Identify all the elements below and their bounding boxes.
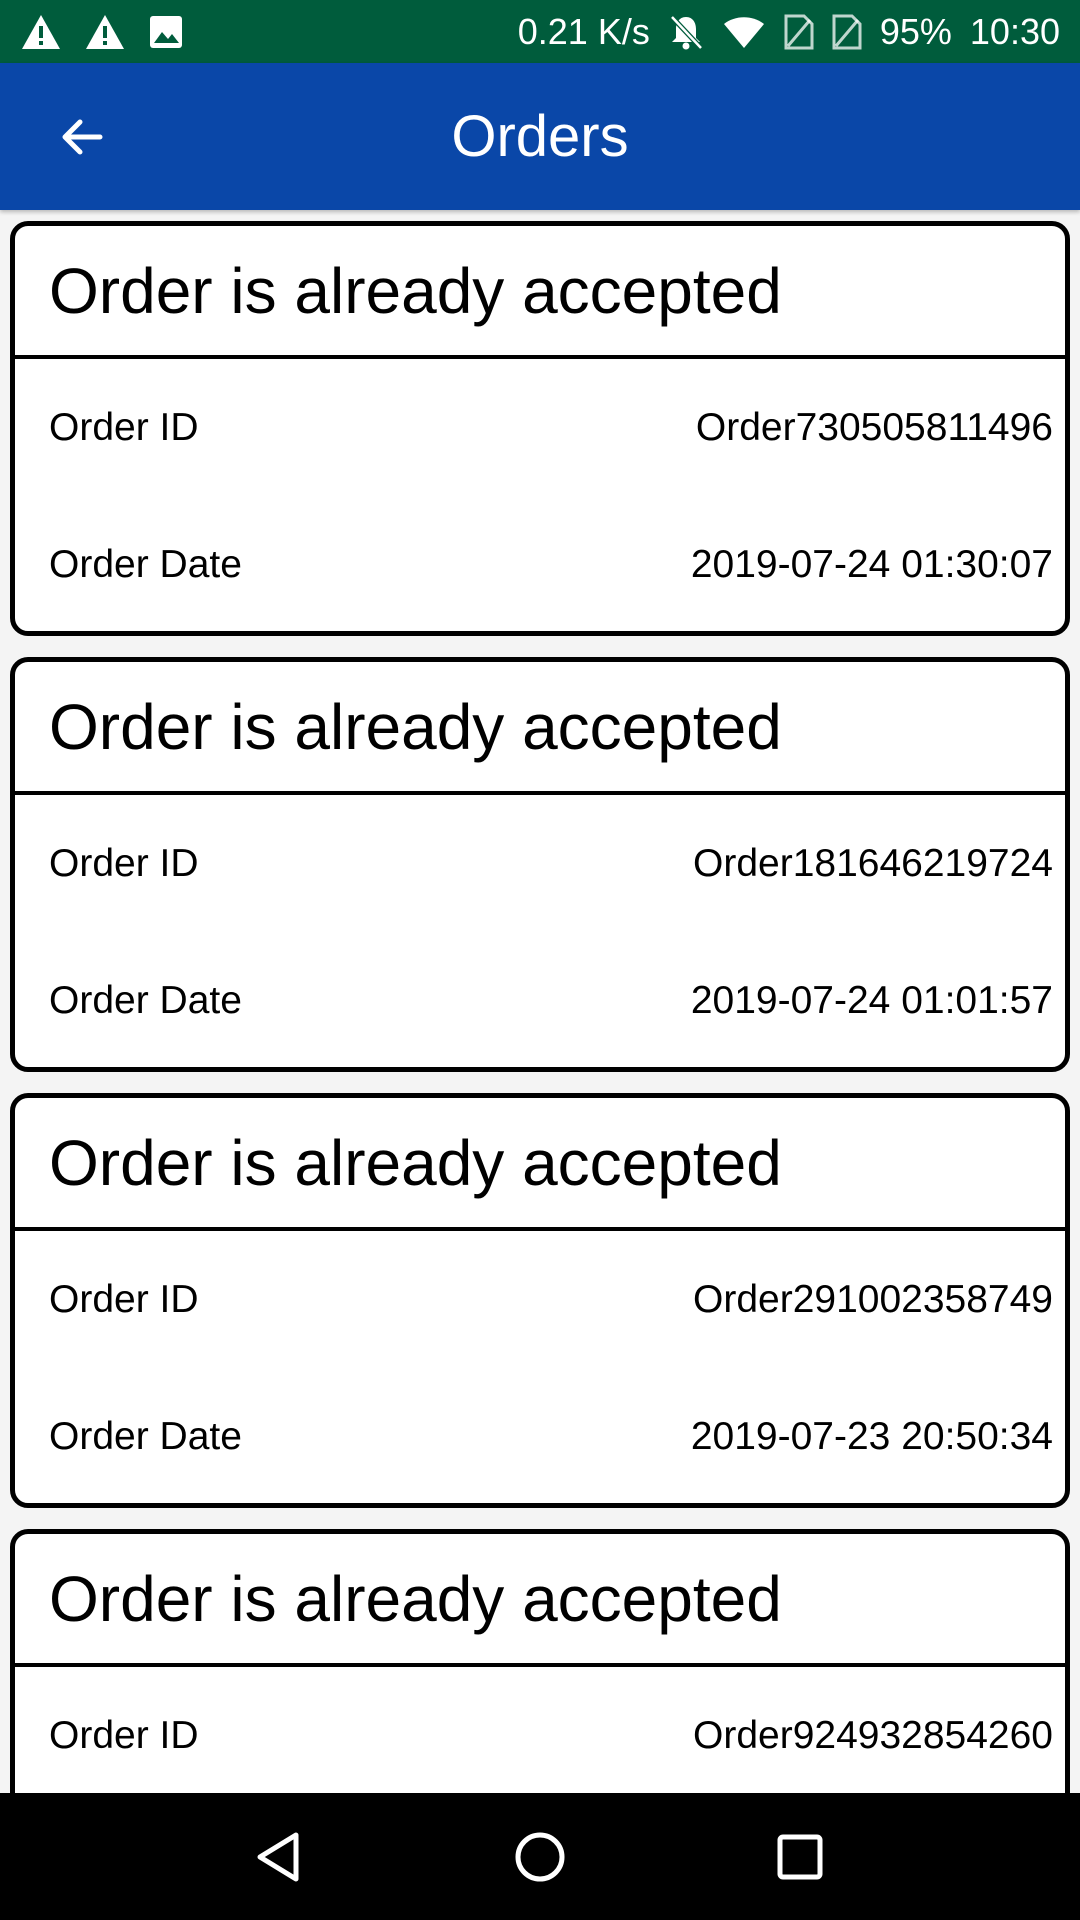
warning-icon bbox=[84, 13, 126, 51]
recents-square-icon bbox=[777, 1834, 823, 1879]
order-date-value: 2019-07-24 01:01:57 bbox=[690, 978, 1053, 1022]
order-status: Order is already accepted bbox=[15, 226, 1065, 359]
image-icon bbox=[148, 14, 184, 50]
no-sim-icon bbox=[832, 14, 862, 50]
order-date-label: Order Date bbox=[49, 978, 242, 1022]
order-id-value: Order730505811496 bbox=[695, 405, 1053, 449]
back-triangle-icon bbox=[257, 1832, 299, 1881]
wifi-icon bbox=[722, 14, 766, 50]
order-id-label: Order ID bbox=[49, 841, 199, 885]
arrow-left-icon bbox=[62, 119, 103, 155]
order-status: Order is already accepted bbox=[15, 662, 1065, 795]
clock: 10:30 bbox=[969, 10, 1060, 52]
no-sim-icon bbox=[784, 14, 814, 50]
order-id-value: Order291002358749 bbox=[693, 1277, 1053, 1321]
order-card[interactable]: Order is already accepted Order ID Order… bbox=[10, 1093, 1070, 1508]
system-indicators: 0.21 K/s 95% 10:30 bbox=[518, 11, 1060, 53]
app-bar: Orders bbox=[0, 63, 1080, 210]
back-button[interactable] bbox=[44, 99, 120, 175]
order-date-row: Order Date 2019-07-23 20:50:34 bbox=[15, 1368, 1065, 1503]
status-bar: 0.21 K/s 95% 10:30 bbox=[0, 0, 1080, 63]
order-id-row: Order ID Order291002358749 bbox=[15, 1231, 1065, 1368]
order-id-label: Order ID bbox=[49, 1713, 199, 1757]
order-card[interactable]: Order is already accepted Order ID Order… bbox=[10, 657, 1070, 1072]
bell-off-icon bbox=[668, 13, 704, 51]
order-id-value: Order181646219724 bbox=[693, 841, 1053, 885]
order-id-value: Order924932854260 bbox=[693, 1713, 1053, 1757]
order-date-row: Order Date 2019-07-24 01:01:57 bbox=[15, 932, 1065, 1067]
order-date-label: Order Date bbox=[49, 1414, 242, 1458]
page-title: Orders bbox=[451, 104, 629, 169]
order-status: Order is already accepted bbox=[15, 1098, 1065, 1231]
order-id-label: Order ID bbox=[49, 405, 199, 449]
order-id-row: Order ID Order924932854260 bbox=[15, 1667, 1065, 1793]
network-speed: 0.21 K/s bbox=[517, 10, 650, 52]
nav-recents-button[interactable] bbox=[760, 1817, 840, 1897]
battery-level: 95% bbox=[879, 10, 952, 52]
nav-home-button[interactable] bbox=[500, 1817, 580, 1897]
order-card[interactable]: Order is already accepted Order ID Order… bbox=[10, 1529, 1070, 1793]
home-circle-icon bbox=[515, 1832, 565, 1881]
order-list[interactable]: Order is already accepted Order ID Order… bbox=[0, 210, 1080, 1793]
order-id-label: Order ID bbox=[49, 1277, 199, 1321]
order-date-value: 2019-07-23 20:50:34 bbox=[690, 1414, 1053, 1458]
order-date-value: 2019-07-24 01:30:07 bbox=[690, 542, 1053, 586]
order-date-row: Order Date 2019-07-24 01:30:07 bbox=[15, 496, 1065, 631]
notification-icons bbox=[20, 13, 184, 51]
navigation-bar bbox=[0, 1793, 1080, 1920]
order-id-row: Order ID Order181646219724 bbox=[15, 795, 1065, 932]
warning-icon bbox=[20, 13, 62, 51]
order-id-row: Order ID Order730505811496 bbox=[15, 359, 1065, 496]
order-date-label: Order Date bbox=[49, 542, 242, 586]
order-status: Order is already accepted bbox=[15, 1534, 1065, 1667]
order-card[interactable]: Order is already accepted Order ID Order… bbox=[10, 221, 1070, 636]
nav-back-button[interactable] bbox=[240, 1817, 320, 1897]
